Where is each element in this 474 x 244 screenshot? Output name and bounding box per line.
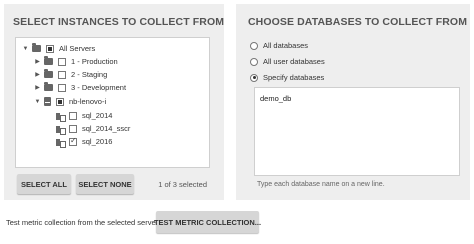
databases-panel: CHOOSE DATABASES TO COLLECT FROM All dat… xyxy=(236,4,470,200)
instances-panel-title: SELECT INSTANCES TO COLLECT FROM xyxy=(13,16,225,28)
nb-lenovo-i-checkbox[interactable] xyxy=(56,97,64,106)
development-checkbox[interactable] xyxy=(58,83,66,92)
folder-icon xyxy=(44,69,53,78)
tree-node-nb-lenovo-i[interactable]: ▼ nb-lenovo-i xyxy=(34,95,106,108)
tree-node-production[interactable]: ▶ 1 - Production xyxy=(34,55,118,68)
database-input-hint: Type each database name on a new line. xyxy=(257,181,385,188)
database-icon xyxy=(56,138,66,148)
test-metric-collection-button[interactable]: TEST METRIC COLLECTION... xyxy=(154,211,261,233)
expand-toggle-icon[interactable]: ▶ xyxy=(34,58,41,65)
database-icon xyxy=(56,125,66,135)
radio-button[interactable] xyxy=(250,57,258,66)
folder-icon xyxy=(44,82,53,91)
radio-specify-databases[interactable]: Specify databases xyxy=(250,73,324,82)
folder-icon xyxy=(32,43,41,52)
staging-checkbox[interactable] xyxy=(58,70,66,79)
tree-node-all-servers[interactable]: ▼ All Servers xyxy=(22,42,95,55)
radio-label: All user databases xyxy=(263,57,325,66)
tree-node-label: sql_2014_sscr xyxy=(82,124,131,133)
instances-panel: SELECT INSTANCES TO COLLECT FROM ▼ All S… xyxy=(4,4,224,200)
radio-button[interactable] xyxy=(250,73,258,82)
tree-node-label: 2 - Staging xyxy=(71,70,108,79)
instance-tree: ▼ All Servers ▶ 1 - Production ▶ 2 - Sta… xyxy=(15,37,210,168)
radio-label: Specify databases xyxy=(263,73,325,82)
radio-all-databases[interactable]: All databases xyxy=(250,41,308,50)
tree-node-sql-2014-sscr[interactable]: sql_2014_sscr xyxy=(56,122,130,135)
expand-toggle-icon[interactable]: ▶ xyxy=(34,84,41,91)
tree-node-staging[interactable]: ▶ 2 - Staging xyxy=(34,68,107,81)
collapse-toggle-icon[interactable]: ▼ xyxy=(22,46,29,52)
databases-panel-title: CHOOSE DATABASES TO COLLECT FROM xyxy=(248,16,468,28)
tree-node-label: sql_2016 xyxy=(82,137,113,146)
select-all-button[interactable]: SELECT ALL xyxy=(17,174,71,194)
server-icon xyxy=(44,97,51,106)
radio-label: All databases xyxy=(263,41,309,50)
sql-2014-sscr-checkbox[interactable] xyxy=(69,124,77,133)
selection-count: 1 of 3 selected xyxy=(158,180,207,189)
tree-node-label: 1 - Production xyxy=(71,57,118,66)
expand-toggle-icon[interactable]: ▶ xyxy=(34,71,41,78)
tree-node-sql-2014[interactable]: sql_2014 xyxy=(56,109,112,122)
database-icon xyxy=(56,112,66,122)
collapse-toggle-icon[interactable]: ▼ xyxy=(34,99,41,105)
test-collection-description: Test metric collection from the selected… xyxy=(6,218,162,227)
tree-node-label: sql_2014 xyxy=(82,111,113,120)
radio-button[interactable] xyxy=(250,41,258,50)
tree-node-label: nb-lenovo-i xyxy=(69,97,107,106)
tree-node-label: 3 - Development xyxy=(71,83,127,92)
tree-node-label: All Servers xyxy=(59,44,96,53)
select-none-button[interactable]: SELECT NONE xyxy=(76,174,134,194)
database-names-input[interactable]: demo_db xyxy=(254,87,460,176)
tree-node-development[interactable]: ▶ 3 - Development xyxy=(34,81,126,94)
production-checkbox[interactable] xyxy=(58,57,66,66)
sql-2014-checkbox[interactable] xyxy=(69,111,77,120)
all-servers-checkbox[interactable] xyxy=(46,44,54,53)
sql-2016-checkbox[interactable] xyxy=(69,136,77,146)
folder-icon xyxy=(44,56,53,65)
tree-node-sql-2016[interactable]: sql_2016 xyxy=(56,135,112,148)
radio-all-user-databases[interactable]: All user databases xyxy=(250,57,325,66)
